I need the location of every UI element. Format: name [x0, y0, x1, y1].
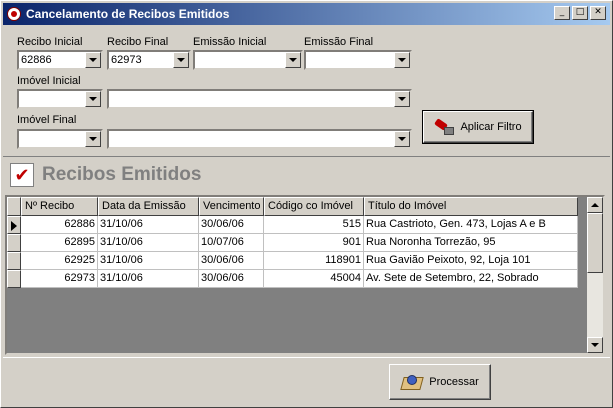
cell-vencimento[interactable]: 10/07/06	[199, 234, 264, 252]
recibo-final-value: 62973	[111, 54, 142, 66]
cell-recibo[interactable]: 62973	[21, 270, 98, 288]
cell-vencimento[interactable]: 30/06/06	[199, 270, 264, 288]
scroll-down-icon[interactable]	[587, 337, 603, 353]
recibo-final-combo[interactable]: 62973	[107, 50, 191, 70]
table-row[interactable]: 62886 31/10/06 30/06/06 515 Rua Castriot…	[7, 216, 578, 234]
cell-titulo[interactable]: Rua Gavião Peixoto, 92, Loja 101	[364, 252, 578, 270]
scroll-up-icon[interactable]	[587, 197, 603, 213]
dropdown-arrow-icon[interactable]	[394, 91, 410, 107]
cell-recibo[interactable]: 62886	[21, 216, 98, 234]
imovel-final-code-combo[interactable]	[17, 129, 103, 149]
emissao-inicial-combo[interactable]	[193, 50, 303, 70]
section-title: Recibos Emitidos	[42, 164, 202, 185]
cell-titulo[interactable]: Av. Sete de Setembro, 22, Sobrado	[364, 270, 578, 288]
dropdown-arrow-icon[interactable]	[85, 52, 101, 68]
row-pointer-icon	[11, 221, 17, 231]
table-row[interactable]: 62895 31/10/06 10/07/06 901 Rua Noronha …	[7, 234, 578, 252]
bottom-bar: Processar	[3, 357, 610, 405]
cell-emissao[interactable]: 31/10/06	[98, 216, 199, 234]
minimize-button[interactable]: _	[554, 6, 570, 20]
imovel-inicial-label: Imóvel Inicial	[17, 75, 81, 87]
vertical-scrollbar[interactable]	[587, 197, 603, 353]
recibo-inicial-label: Recibo Inicial	[17, 36, 83, 48]
grid-header: Nº Recibo Data da Emissão Vencimento Cód…	[7, 197, 578, 216]
dropdown-arrow-icon[interactable]	[394, 131, 410, 147]
imovel-inicial-code-combo[interactable]	[17, 89, 103, 109]
cell-titulo[interactable]: Rua Castrioto, Gen. 473, Lojas A e B	[364, 216, 578, 234]
table-row[interactable]: 62973 31/10/06 30/06/06 45004 Av. Sete d…	[7, 270, 578, 288]
apply-filter-button[interactable]: Aplicar Filtro	[422, 110, 534, 144]
cell-recibo[interactable]: 62925	[21, 252, 98, 270]
column-header[interactable]: Código co Imóvel	[264, 197, 364, 216]
filter-panel: Recibo Inicial 62886 Recibo Final 62973 …	[3, 27, 610, 157]
column-header[interactable]: Data da Emissão	[98, 197, 199, 216]
row-indicator[interactable]	[7, 252, 21, 270]
emissao-final-combo[interactable]	[304, 50, 412, 70]
dropdown-arrow-icon[interactable]	[85, 131, 101, 147]
process-button[interactable]: Processar	[389, 364, 491, 400]
close-button[interactable]: ✕	[590, 6, 606, 20]
flashlight-icon	[434, 119, 455, 135]
cell-recibo[interactable]: 62895	[21, 234, 98, 252]
row-indicator[interactable]	[7, 270, 21, 288]
window-title: Cancelamento de Recibos Emitidos	[26, 7, 230, 21]
recibo-inicial-combo[interactable]: 62886	[17, 50, 103, 70]
dropdown-arrow-icon[interactable]	[173, 52, 189, 68]
app-icon	[7, 7, 21, 21]
apply-filter-label: Aplicar Filtro	[460, 121, 522, 133]
imovel-final-desc-combo[interactable]	[107, 129, 412, 149]
scroll-thumb[interactable]	[587, 213, 603, 273]
process-icon	[401, 374, 423, 390]
cell-codigo[interactable]: 118901	[264, 252, 364, 270]
indicator-header	[7, 197, 21, 216]
dropdown-arrow-icon[interactable]	[85, 91, 101, 107]
dropdown-arrow-icon[interactable]	[394, 52, 410, 68]
cell-emissao[interactable]: 31/10/06	[98, 234, 199, 252]
table-row[interactable]: 62925 31/10/06 30/06/06 118901 Rua Gaviã…	[7, 252, 578, 270]
column-header[interactable]: Vencimento	[199, 197, 264, 216]
row-indicator[interactable]	[7, 216, 21, 234]
maximize-button[interactable]: □	[572, 6, 588, 20]
app-window: Cancelamento de Recibos Emitidos _ □ ✕ R…	[0, 0, 613, 408]
recibo-inicial-value: 62886	[21, 54, 52, 66]
column-header[interactable]: Nº Recibo	[21, 197, 98, 216]
cell-emissao[interactable]: 31/10/06	[98, 252, 199, 270]
receipts-grid[interactable]: Nº Recibo Data da Emissão Vencimento Cód…	[5, 195, 605, 355]
cell-vencimento[interactable]: 30/06/06	[199, 216, 264, 234]
emissao-final-label: Emissão Final	[304, 36, 374, 48]
cell-codigo[interactable]: 515	[264, 216, 364, 234]
imovel-final-label: Imóvel Final	[17, 114, 77, 126]
process-label: Processar	[429, 376, 479, 388]
imovel-inicial-desc-combo[interactable]	[107, 89, 412, 109]
cell-codigo[interactable]: 45004	[264, 270, 364, 288]
section-header: ✔ Recibos Emitidos	[3, 158, 610, 192]
emissao-inicial-label: Emissão Inicial	[193, 36, 267, 48]
column-header[interactable]: Título do Imóvel	[364, 197, 578, 216]
cell-emissao[interactable]: 31/10/06	[98, 270, 199, 288]
cell-titulo[interactable]: Rua Noronha Torrezão, 95	[364, 234, 578, 252]
checkmark-icon: ✔	[10, 163, 34, 187]
cell-vencimento[interactable]: 30/06/06	[199, 252, 264, 270]
cell-codigo[interactable]: 901	[264, 234, 364, 252]
recibo-final-label: Recibo Final	[107, 36, 169, 48]
row-indicator[interactable]	[7, 234, 21, 252]
dropdown-arrow-icon[interactable]	[285, 52, 301, 68]
title-bar[interactable]: Cancelamento de Recibos Emitidos _ □ ✕	[3, 3, 610, 25]
